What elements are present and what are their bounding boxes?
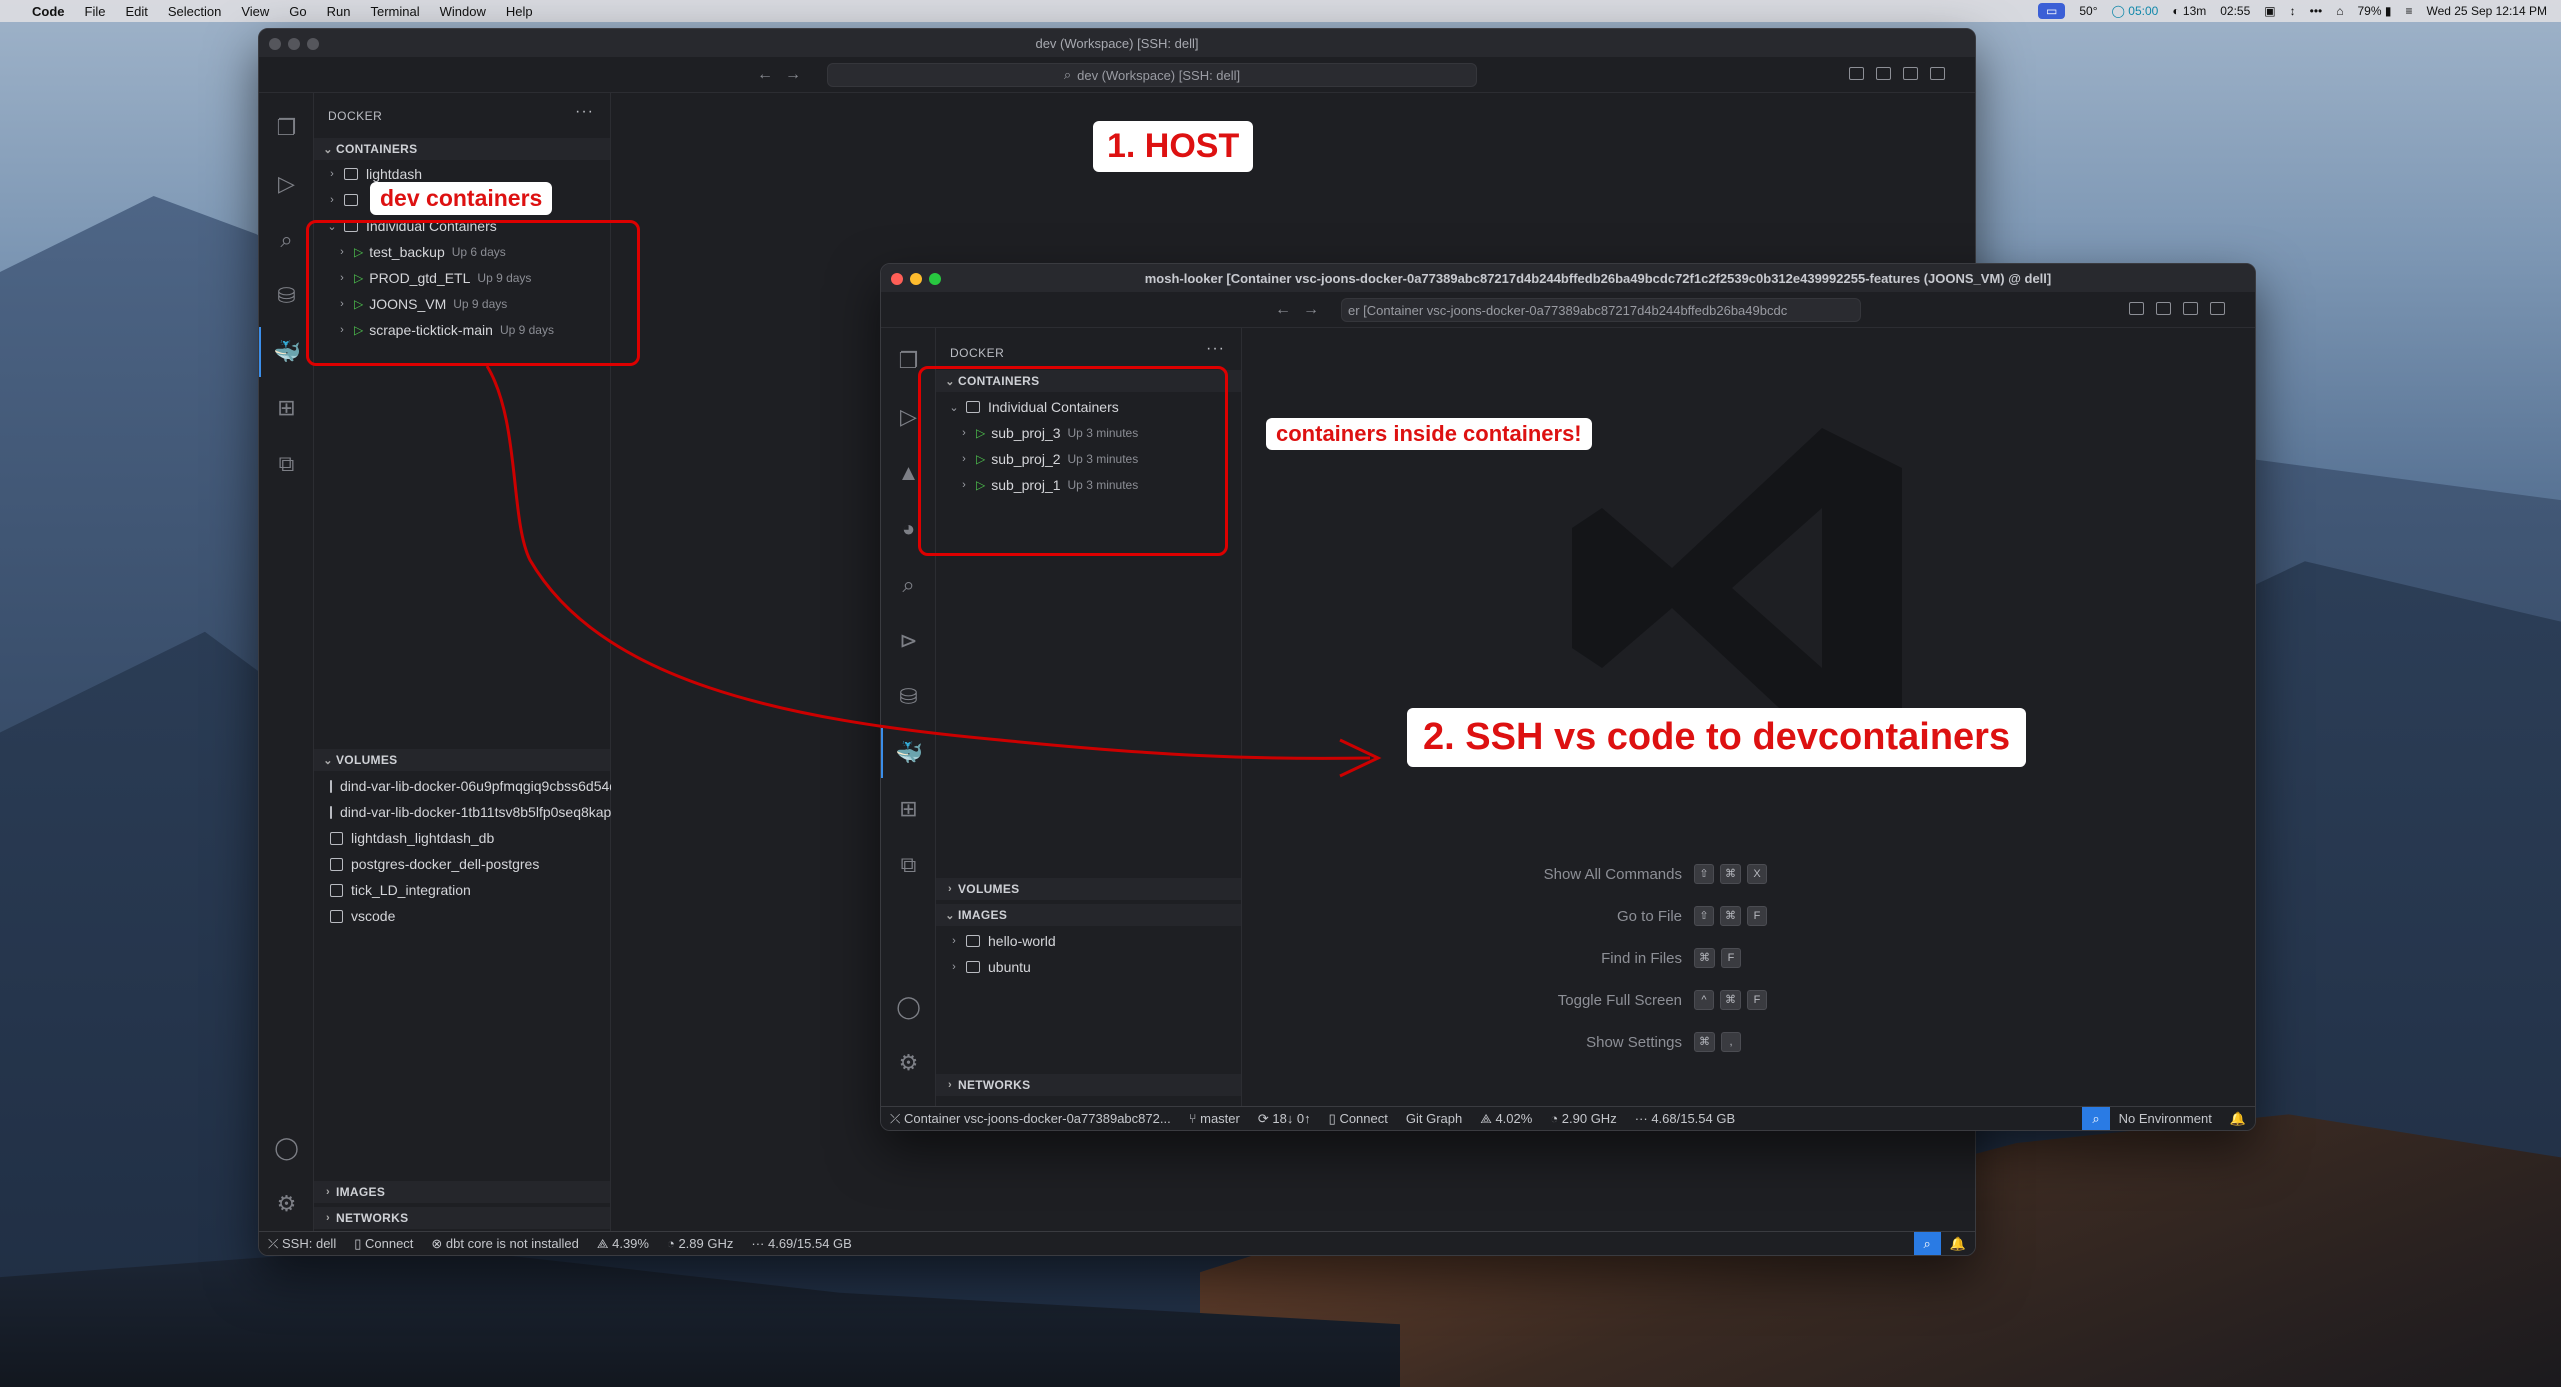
annotation-dev-containers: dev containers: [370, 182, 553, 215]
annotation-containers-inside: containers inside containers!: [1266, 418, 1592, 450]
annotation-ssh-devcontainers: 2. SSH vs code to devcontainers: [1407, 708, 2027, 767]
annotation-host: 1. HOST: [1093, 121, 1254, 172]
